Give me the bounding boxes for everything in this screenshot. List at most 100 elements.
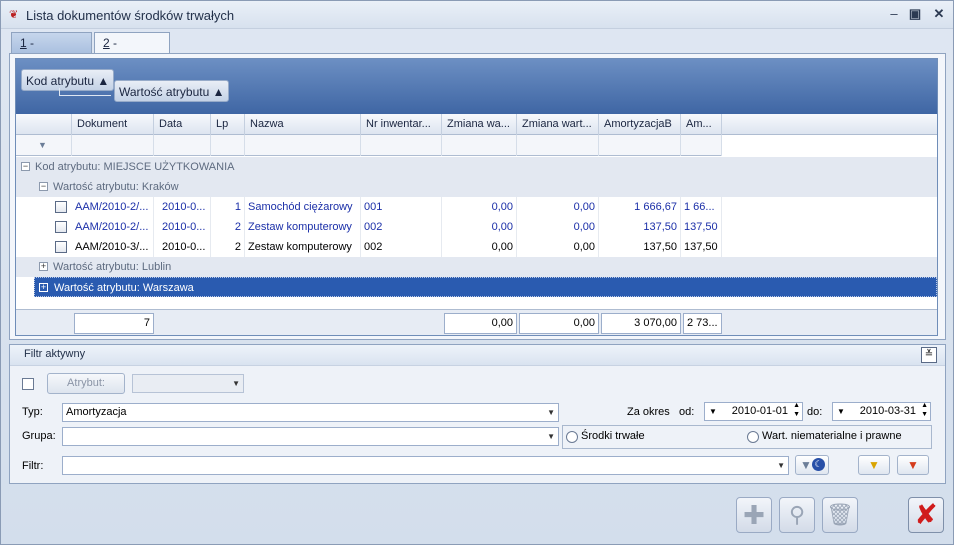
filter-funnel-icon: ▼ <box>38 140 47 150</box>
typ-value: Amortyzacja <box>66 406 127 418</box>
close-icon[interactable]: ✕ <box>931 6 947 22</box>
advanced-filter-button[interactable]: ▼ <box>858 455 890 475</box>
filter-cell[interactable] <box>517 135 599 156</box>
dropdown-arrow-icon: ▼ <box>837 407 845 416</box>
date-from-value: 2010-01-01 <box>731 405 788 417</box>
column-nr-inwentarzowy[interactable]: Nr inwentar... <box>361 114 442 135</box>
filter-cell[interactable] <box>599 135 681 156</box>
radio-srodki-trwale[interactable] <box>566 431 578 443</box>
asset-type-group: Środki trwałe Wart. niematerialne i praw… <box>562 425 932 449</box>
delete-button[interactable]: 🗑 <box>822 497 858 533</box>
filter-cell[interactable] <box>72 135 154 156</box>
filtr-input[interactable]: ▼ <box>62 456 789 475</box>
column-nazwa[interactable]: Nazwa <box>245 114 361 135</box>
spinner-icon[interactable]: ▲ ▼ <box>921 401 928 419</box>
za-okres-label: Za okres <box>627 406 670 418</box>
cell-nazwa: Zestaw komputerowy <box>245 237 361 257</box>
app-icon: ❦ <box>9 9 19 21</box>
group-row-warszawa-container: + Wartość atrybutu: Warszawa <box>16 277 937 297</box>
dropdown-arrow-icon: ▼ <box>232 379 240 388</box>
column-zmiana-wartosci-1[interactable]: Zmiana wa... <box>442 114 517 135</box>
do-label: do: <box>807 406 823 418</box>
expand-icon[interactable]: + <box>39 283 48 292</box>
grid-panel: Kod atrybutu ▲ Wartość atrybutu ▲ Dokume… <box>9 53 946 340</box>
column-zmiana-wartosci-2[interactable]: Zmiana wart... <box>517 114 599 135</box>
filter-cell[interactable] <box>681 135 722 156</box>
date-to-field[interactable]: ▼ 2010-03-31 ▲ ▼ <box>832 402 931 421</box>
column-dokument[interactable]: Dokument <box>72 114 154 135</box>
radio-wartosci-niematerialne[interactable] <box>747 431 759 443</box>
group-label: Wartość atrybutu: Lublin <box>53 261 172 273</box>
title-bar: ❦ Lista dokumentów środków trwałych ‒ ▣ … <box>1 1 953 29</box>
cell-am: 1 66... <box>681 197 722 217</box>
atrybut-checkbox[interactable] <box>22 378 34 390</box>
atrybut-button[interactable]: Atrybut: <box>47 373 125 394</box>
documents-grid: Kod atrybutu ▲ Wartość atrybutu ▲ Dokume… <box>15 58 938 336</box>
window-title: Lista dokumentów środków trwałych <box>26 8 235 23</box>
collapse-icon[interactable]: − <box>21 162 30 171</box>
row-checkbox[interactable] <box>55 201 67 213</box>
funnel-icon: ▼ <box>800 458 812 472</box>
group-row-lublin[interactable]: + Wartość atrybutu: Lublin <box>16 257 937 277</box>
auto-filter-row[interactable] <box>16 135 722 156</box>
summary-count: 7 <box>74 313 154 334</box>
table-row[interactable]: AAM/2010-2/... 2010-0... 2 Zestaw komput… <box>16 217 722 237</box>
group-row-krakow[interactable]: − Wartość atrybutu: Kraków <box>16 177 937 197</box>
group-chip-wartosc-atrybutu[interactable]: Wartość atrybutu ▲ <box>114 80 230 102</box>
group-row-warszawa[interactable]: + Wartość atrybutu: Warszawa <box>34 277 937 297</box>
grupa-select[interactable]: ▼ <box>62 427 559 446</box>
filter-cell[interactable] <box>211 135 245 156</box>
dropdown-arrow-icon: ▼ <box>777 461 785 470</box>
cell-nazwa: Samochód ciężarowy <box>245 197 361 217</box>
group-row-kod-atrybutu[interactable]: − Kod atrybutu: MIEJSCE UŻYTKOWANIA <box>16 157 937 177</box>
filter-cell[interactable] <box>245 135 361 156</box>
od-label: od: <box>679 406 695 418</box>
filter-cell[interactable] <box>361 135 442 156</box>
apply-filter-button[interactable]: ▼ ☾ <box>795 455 829 475</box>
cell-nazwa: Zestaw komputerowy <box>245 217 361 237</box>
maximize-icon[interactable]: ▣ <box>907 6 923 22</box>
cell-dokument: AAM/2010-2/... <box>72 217 154 237</box>
expand-icon[interactable]: + <box>39 262 48 271</box>
cell-lp: 2 <box>211 217 245 237</box>
column-am[interactable]: Am... <box>681 114 722 135</box>
row-checkbox[interactable] <box>55 221 67 233</box>
add-button[interactable]: ✚ <box>736 497 772 533</box>
column-lp[interactable]: Lp <box>211 114 245 135</box>
column-amortyzacjab[interactable]: AmortyzacjaB <box>599 114 681 135</box>
summary-amortyzacjab: 3 070,00 <box>601 313 681 334</box>
cell-nr: 002 <box>361 217 442 237</box>
filter-cell[interactable] <box>442 135 517 156</box>
cell-amortyzacjab: 137,50 <box>599 237 681 257</box>
x-icon: ✘ <box>914 499 938 530</box>
edit-button[interactable]: ⚲ <box>779 497 815 533</box>
clear-filter-button[interactable]: ▼ <box>897 455 929 475</box>
funnel-clear-icon: ▼ <box>907 458 919 472</box>
group-label: Wartość atrybutu: Warszawa <box>54 282 194 294</box>
grid-footer: 7 0,00 0,00 3 070,00 2 73... <box>16 309 937 335</box>
filtr-label: Filtr: <box>22 460 44 472</box>
filter-cell[interactable] <box>154 135 211 156</box>
minimize-icon[interactable]: ‒ <box>886 6 902 22</box>
close-button[interactable]: ✘ <box>908 497 944 533</box>
cell-am: 137,50 <box>681 237 722 257</box>
spinner-icon[interactable]: ▲ ▼ <box>793 401 800 419</box>
table-row[interactable]: AAM/2010-3/... 2010-0... 2 Zestaw komput… <box>16 237 722 257</box>
column-data[interactable]: Data <box>154 114 211 135</box>
atrybut-select[interactable]: ▼ <box>132 374 244 393</box>
collapse-icon[interactable]: − <box>39 182 48 191</box>
typ-select[interactable]: Amortyzacja ▼ <box>62 403 559 422</box>
dropdown-arrow-icon: ▼ <box>547 432 555 441</box>
table-row[interactable]: AAM/2010-2/... 2010-0... 1 Samochód cięż… <box>16 197 722 217</box>
cell-data: 2010-0... <box>154 217 211 237</box>
tab-wszystkie[interactable]: 1 - Wszystkie <box>11 32 92 71</box>
cell-am: 137,50 <box>681 217 722 237</box>
row-checkbox[interactable] <box>55 241 67 253</box>
radio-wartosci-niematerialne-label: Wart. niematerialne i prawne <box>762 430 902 442</box>
magnifier-icon: ⚲ <box>788 502 806 527</box>
date-from-field[interactable]: ▼ 2010-01-01 ▲ ▼ <box>704 402 803 421</box>
date-to-value: 2010-03-31 <box>859 405 916 417</box>
tab-atrybuty[interactable]: 2 - Atrybuty <box>94 32 170 71</box>
collapse-filter-icon[interactable]: ≚ <box>921 347 937 363</box>
cell-zmiana-2: 0,00 <box>517 237 599 257</box>
